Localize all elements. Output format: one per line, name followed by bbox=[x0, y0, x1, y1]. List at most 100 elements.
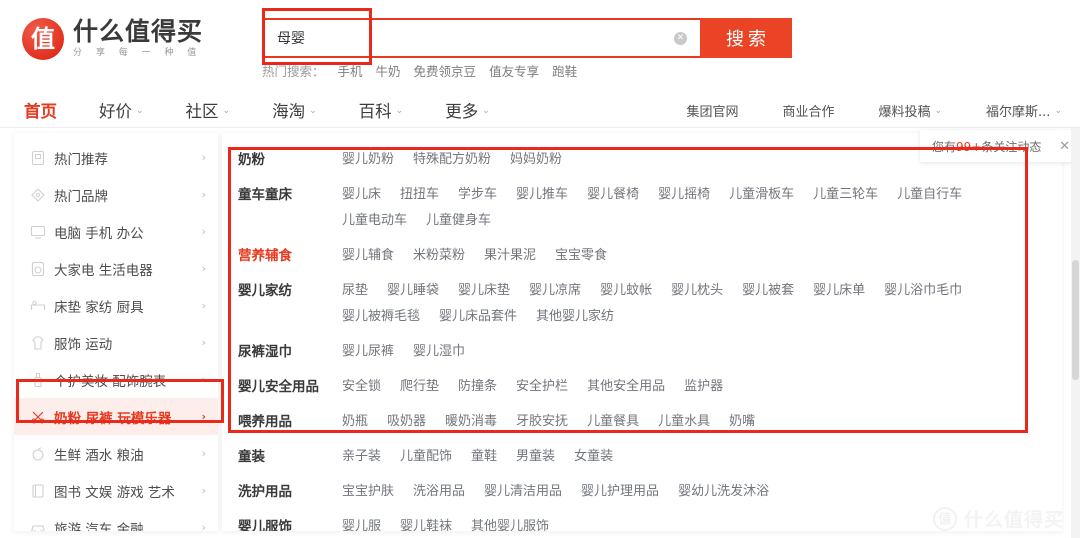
category-link[interactable]: 儿童配饰 bbox=[400, 444, 452, 470]
category-title[interactable]: 童装 bbox=[238, 444, 342, 470]
category-link[interactable]: 儿童健身车 bbox=[426, 208, 491, 234]
notification-banner[interactable]: 您有99+条关注动态 ✕ bbox=[920, 130, 1080, 162]
category-link[interactable]: 米粉菜粉 bbox=[413, 243, 465, 269]
category-link[interactable]: 其他婴儿家纺 bbox=[536, 304, 614, 330]
sidebar-item-bedding[interactable]: 床垫 家纺 厨具 › bbox=[14, 287, 218, 324]
category-link[interactable]: 婴儿被褥毛毯 bbox=[342, 304, 420, 330]
category-title[interactable]: 奶粉 bbox=[238, 147, 342, 173]
category-link[interactable]: 婴儿床垫 bbox=[458, 278, 510, 304]
nav-item-deals[interactable]: 好价 ⌄ bbox=[99, 98, 144, 122]
search-field[interactable]: ✕ bbox=[262, 18, 700, 58]
category-link[interactable]: 婴儿枕头 bbox=[671, 278, 723, 304]
category-title[interactable]: 童车童床 bbox=[238, 182, 342, 208]
category-link[interactable]: 儿童三轮车 bbox=[813, 182, 878, 208]
search-button[interactable]: 搜索 bbox=[700, 18, 792, 58]
nav-item-account[interactable]: 福尔摩斯... ⌄ bbox=[986, 101, 1062, 120]
nav-item-submit[interactable]: 爆料投稿 ⌄ bbox=[878, 101, 942, 120]
category-link[interactable]: 特殊配方奶粉 bbox=[413, 147, 491, 173]
sidebar-item-fresh-food[interactable]: 生鲜 酒水 粮油 › bbox=[14, 435, 218, 472]
sidebar-item-clothing[interactable]: 服饰 运动 › bbox=[14, 324, 218, 361]
sidebar-item-baby[interactable]: 奶粉 尿裤 玩模乐器 › bbox=[14, 398, 218, 435]
category-link[interactable]: 安全锁 bbox=[342, 374, 381, 400]
nav-item-more[interactable]: 更多 ⌄ bbox=[445, 98, 490, 122]
category-link[interactable]: 婴儿睡袋 bbox=[387, 278, 439, 304]
category-link[interactable]: 宝宝零食 bbox=[555, 243, 607, 269]
category-link[interactable]: 婴儿被套 bbox=[742, 278, 794, 304]
nav-item-home[interactable]: 首页 bbox=[24, 98, 57, 122]
category-link[interactable]: 婴儿服 bbox=[342, 514, 381, 531]
category-link[interactable]: 爬行垫 bbox=[400, 374, 439, 400]
category-link[interactable]: 安全护栏 bbox=[516, 374, 568, 400]
category-link[interactable]: 女童装 bbox=[574, 444, 613, 470]
category-title[interactable]: 婴儿服饰 bbox=[238, 514, 342, 531]
sidebar-item-appliances[interactable]: 大家电 生活电器 › bbox=[14, 250, 218, 287]
category-link[interactable]: 儿童电动车 bbox=[342, 208, 407, 234]
category-link[interactable]: 男童装 bbox=[516, 444, 555, 470]
category-link[interactable]: 婴幼儿洗发沐浴 bbox=[678, 479, 769, 505]
category-link[interactable]: 学步车 bbox=[458, 182, 497, 208]
category-link[interactable]: 婴儿浴巾毛巾 bbox=[884, 278, 962, 304]
category-link[interactable]: 婴儿护理用品 bbox=[581, 479, 659, 505]
sidebar-item-computers[interactable]: 电脑 手机 办公 › bbox=[14, 213, 218, 250]
category-link[interactable]: 其他安全用品 bbox=[587, 374, 665, 400]
category-link[interactable]: 童鞋 bbox=[471, 444, 497, 470]
category-link[interactable]: 婴儿推车 bbox=[516, 182, 568, 208]
category-link[interactable]: 儿童水具 bbox=[658, 409, 710, 435]
scrollbar-thumb[interactable] bbox=[1072, 260, 1079, 380]
category-link[interactable]: 吸奶器 bbox=[387, 409, 426, 435]
category-link[interactable]: 儿童自行车 bbox=[897, 182, 962, 208]
category-link[interactable]: 儿童餐具 bbox=[587, 409, 639, 435]
sidebar-item-beauty[interactable]: 个护美妆 配饰腕表 › bbox=[14, 361, 218, 398]
category-link[interactable]: 婴儿奶粉 bbox=[342, 147, 394, 173]
sidebar-item-books[interactable]: 图书 文娱 游戏 艺术 › bbox=[14, 472, 218, 509]
category-link[interactable]: 奶嘴 bbox=[729, 409, 755, 435]
category-link[interactable]: 扭扭车 bbox=[400, 182, 439, 208]
nav-item-group-site[interactable]: 集团官网 bbox=[686, 101, 738, 120]
nav-item-community[interactable]: 社区 ⌄ bbox=[186, 98, 231, 122]
hot-search-item[interactable]: 牛奶 bbox=[376, 61, 401, 80]
sidebar-item-brands[interactable]: 热门品牌 › bbox=[14, 176, 218, 213]
clear-icon[interactable]: ✕ bbox=[674, 31, 687, 45]
category-link[interactable]: 其他婴儿服饰 bbox=[471, 514, 549, 531]
category-link[interactable]: 亲子装 bbox=[342, 444, 381, 470]
category-link[interactable]: 婴儿摇椅 bbox=[658, 182, 710, 208]
category-link[interactable]: 婴儿鞋袜 bbox=[400, 514, 452, 531]
hot-search-item[interactable]: 值友专享 bbox=[489, 61, 539, 80]
category-title[interactable]: 喂养用品 bbox=[238, 409, 342, 435]
category-link[interactable]: 婴儿湿巾 bbox=[413, 339, 465, 365]
close-icon[interactable]: ✕ bbox=[1059, 139, 1070, 154]
category-link[interactable]: 婴儿凉席 bbox=[529, 278, 581, 304]
category-link[interactable]: 妈妈奶粉 bbox=[510, 147, 562, 173]
category-link[interactable]: 婴儿床品套件 bbox=[439, 304, 517, 330]
category-title[interactable]: 营养辅食 bbox=[238, 243, 342, 269]
category-title[interactable]: 尿裤湿巾 bbox=[238, 339, 342, 365]
category-link[interactable]: 婴儿床 bbox=[342, 182, 381, 208]
category-link[interactable]: 宝宝护肤 bbox=[342, 479, 394, 505]
nav-item-overseas[interactable]: 海淘 ⌄ bbox=[272, 98, 317, 122]
category-title[interactable]: 婴儿家纺 bbox=[238, 278, 342, 304]
category-link[interactable]: 婴儿尿裤 bbox=[342, 339, 394, 365]
category-link[interactable]: 婴儿清洁用品 bbox=[484, 479, 562, 505]
search-input[interactable] bbox=[277, 21, 674, 55]
category-link[interactable]: 尿垫 bbox=[342, 278, 368, 304]
category-link[interactable]: 果汁果泥 bbox=[484, 243, 536, 269]
hot-search-item[interactable]: 手机 bbox=[338, 61, 363, 80]
category-link[interactable]: 防撞条 bbox=[458, 374, 497, 400]
category-title[interactable]: 洗护用品 bbox=[238, 479, 342, 505]
category-link[interactable]: 奶瓶 bbox=[342, 409, 368, 435]
category-title[interactable]: 婴儿安全用品 bbox=[238, 374, 342, 400]
category-link[interactable]: 牙胶安抚 bbox=[516, 409, 568, 435]
category-link[interactable]: 婴儿餐椅 bbox=[587, 182, 639, 208]
category-link[interactable]: 洗浴用品 bbox=[413, 479, 465, 505]
category-link[interactable]: 儿童滑板车 bbox=[729, 182, 794, 208]
site-logo[interactable]: 值 什么值得买 分 享 每 一 种 值 bbox=[22, 18, 203, 60]
nav-item-business[interactable]: 商业合作 bbox=[782, 101, 834, 120]
sidebar-item-recommend[interactable]: 热门推荐 › bbox=[14, 139, 218, 176]
nav-item-wiki[interactable]: 百科 ⌄ bbox=[359, 98, 404, 122]
hot-search-item[interactable]: 跑鞋 bbox=[552, 61, 577, 80]
hot-search-item[interactable]: 免费领京豆 bbox=[414, 61, 477, 80]
category-link[interactable]: 监护器 bbox=[684, 374, 723, 400]
category-link[interactable]: 婴儿辅食 bbox=[342, 243, 394, 269]
sidebar-item-travel[interactable]: 旅游 汽车 金融 › bbox=[14, 509, 218, 531]
category-link[interactable]: 婴儿床单 bbox=[813, 278, 865, 304]
